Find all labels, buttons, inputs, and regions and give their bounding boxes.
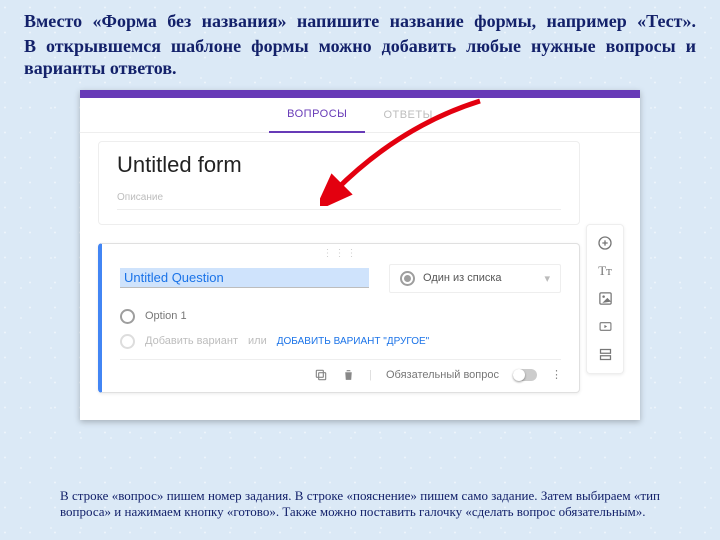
question-type-select[interactable]: Один из списка ▾ bbox=[389, 264, 561, 293]
question-title-input[interactable]: Untitled Question bbox=[120, 268, 369, 288]
add-video-icon[interactable] bbox=[591, 313, 619, 341]
delete-icon[interactable] bbox=[342, 368, 355, 382]
forms-screenshot: ВОПРОСЫ ОТВЕТЫ Untitled form Описание ⋮⋮… bbox=[80, 90, 640, 420]
form-title-field[interactable]: Untitled form bbox=[117, 152, 561, 178]
radio-icon bbox=[120, 334, 135, 349]
add-title-icon[interactable]: Tт bbox=[591, 257, 619, 285]
drag-handle-icon[interactable]: ⋮⋮⋮ bbox=[323, 248, 359, 259]
add-option-row[interactable]: Добавить вариант или ДОБАВИТЬ ВАРИАНТ "Д… bbox=[120, 334, 561, 349]
radio-icon bbox=[120, 309, 135, 324]
add-question-icon[interactable] bbox=[591, 229, 619, 257]
tab-answers[interactable]: ОТВЕТЫ bbox=[365, 98, 450, 132]
option-row[interactable]: Option 1 bbox=[120, 309, 561, 324]
chevron-down-icon: ▾ bbox=[544, 272, 550, 285]
required-label: Обязательный вопрос bbox=[386, 369, 499, 381]
add-other-button[interactable]: ДОБАВИТЬ ВАРИАНТ "ДРУГОЕ" bbox=[277, 336, 430, 347]
or-label: или bbox=[248, 335, 267, 347]
instruction-line-1: Вместо «Форма без названия» напишите наз… bbox=[24, 10, 696, 33]
required-toggle[interactable] bbox=[513, 369, 537, 381]
option-1-label[interactable]: Option 1 bbox=[145, 310, 187, 322]
tab-questions[interactable]: ВОПРОСЫ bbox=[269, 97, 365, 133]
add-section-icon[interactable] bbox=[591, 341, 619, 369]
add-image-icon[interactable] bbox=[591, 285, 619, 313]
side-toolbar: Tт bbox=[586, 224, 624, 374]
footer-note: В строке «вопрос» пишем номер задания. В… bbox=[60, 488, 660, 521]
form-description-field[interactable]: Описание bbox=[117, 192, 561, 210]
instruction-line-2: В открывшемся шаблоне формы можно добави… bbox=[24, 35, 696, 80]
question-type-label: Один из списка bbox=[423, 272, 502, 284]
tab-bar: ВОПРОСЫ ОТВЕТЫ bbox=[80, 98, 640, 133]
question-card[interactable]: ⋮⋮⋮ Untitled Question Один из списка ▾ O… bbox=[98, 243, 580, 393]
duplicate-icon[interactable] bbox=[314, 368, 328, 382]
radiolist-icon bbox=[400, 271, 415, 286]
question-footer: | Обязательный вопрос ⋮ bbox=[120, 359, 561, 382]
add-option-label[interactable]: Добавить вариант bbox=[145, 335, 238, 347]
more-icon[interactable]: ⋮ bbox=[551, 373, 561, 377]
form-header-card: Untitled form Описание bbox=[98, 141, 580, 225]
